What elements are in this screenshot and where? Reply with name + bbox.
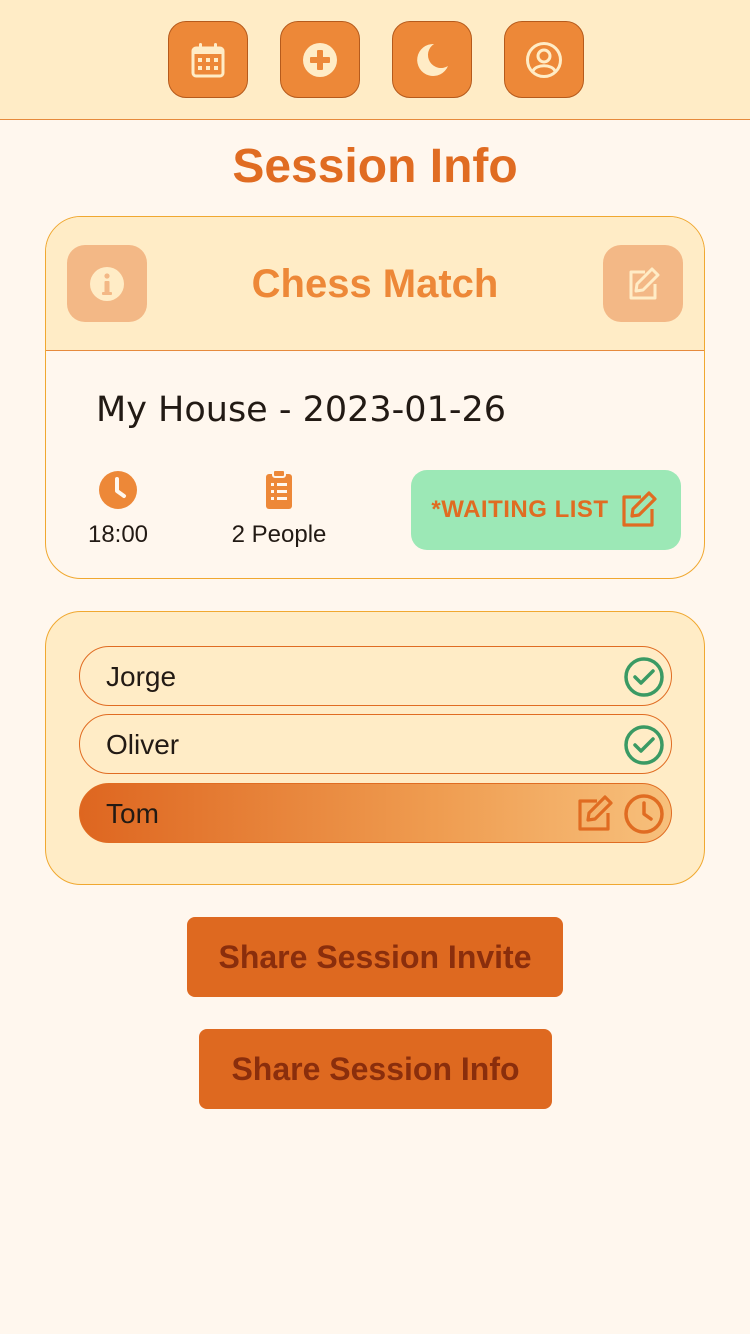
session-people: 2 People [219,469,339,549]
clock-icon [623,793,665,835]
session-card-header: Chess Match [46,217,704,351]
clipboard-list-icon [266,469,292,509]
attendee-name: Tom [106,798,159,829]
edit-session-button[interactable] [603,245,683,322]
session-time-text: 18:00 [87,521,149,548]
check-circle-icon [623,656,665,698]
attendee-name: Jorge [106,661,177,692]
attendee-item[interactable]: Tom [79,783,672,843]
session-people-text: 2 People [231,521,327,548]
edit-icon[interactable] [574,793,616,835]
moon-icon [417,43,448,76]
calendar-nav-button[interactable] [168,21,248,98]
calendar-icon [191,42,225,77]
edit-icon [621,491,657,527]
session-time: 18:00 [58,469,178,549]
attendee-list: Jorge Oliver Tom [45,611,705,885]
clock-icon [99,471,137,509]
profile-nav-button[interactable] [504,21,584,98]
check-circle-icon [623,724,665,766]
session-location-date: My House - 2023-01-26 [96,390,507,430]
waiting-list-button[interactable]: *WAITING LIST [411,470,681,550]
user-circle-icon [526,41,562,78]
edit-icon [629,267,660,299]
attendee-item[interactable]: Oliver [79,714,672,774]
plus-circle-icon [303,42,337,77]
session-card: Chess Match My House - 2023-01-26 18:00 … [45,216,705,579]
attendee-name: Oliver [106,729,180,760]
page-title: Session Info [232,140,518,193]
dark-mode-nav-button[interactable] [392,21,472,98]
share-info-button[interactable]: Share Session Info [199,1029,552,1109]
add-session-nav-button[interactable] [280,21,360,98]
top-nav-bar [0,0,750,120]
waiting-list-label: *WAITING LIST [431,496,609,523]
attendee-item[interactable]: Jorge [79,646,672,706]
share-invite-button[interactable]: Share Session Invite [187,917,563,997]
